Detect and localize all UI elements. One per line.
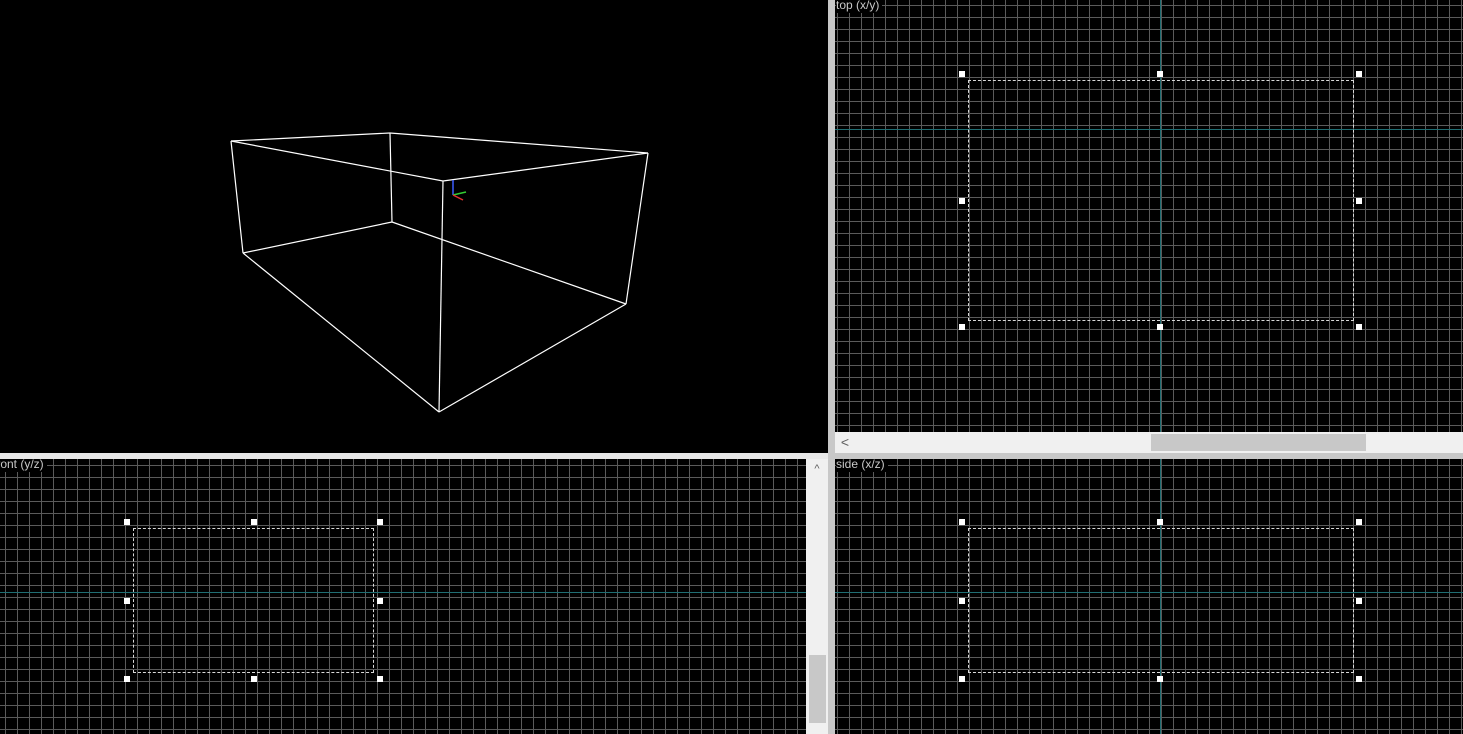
resize-handle[interactable] <box>377 519 383 525</box>
front-viewport[interactable]: front (y/z) <box>0 459 806 734</box>
resize-handle[interactable] <box>1157 519 1163 525</box>
resize-handle[interactable] <box>1356 198 1362 204</box>
top-viewport[interactable]: top (x/y) <box>835 0 1463 432</box>
resize-handle[interactable] <box>251 519 257 525</box>
resize-handle[interactable] <box>377 676 383 682</box>
resize-handle[interactable] <box>1356 71 1362 77</box>
resize-handle[interactable] <box>959 198 965 204</box>
resize-handle[interactable] <box>1356 676 1362 682</box>
resize-handle[interactable] <box>959 71 965 77</box>
resize-handle[interactable] <box>1356 519 1362 525</box>
resize-handle[interactable] <box>959 324 965 330</box>
resize-handle[interactable] <box>251 676 257 682</box>
resize-handle[interactable] <box>1157 324 1163 330</box>
scroll-up-arrow-icon[interactable]: ^ <box>809 461 825 477</box>
selection-box[interactable] <box>133 528 374 673</box>
viewport-label: top (x/y) <box>836 0 883 13</box>
front-axis-horizontal <box>0 592 806 593</box>
scrollbar-thumb[interactable] <box>1151 434 1366 451</box>
resize-handle[interactable] <box>959 598 965 604</box>
resize-handle[interactable] <box>124 519 130 525</box>
axis-gizmo-icon <box>452 180 467 201</box>
resize-handle[interactable] <box>1157 71 1163 77</box>
resize-handle[interactable] <box>959 519 965 525</box>
selection-box[interactable] <box>968 80 1354 321</box>
scroll-left-arrow-icon[interactable]: < <box>837 434 853 450</box>
resize-handle[interactable] <box>959 676 965 682</box>
selection-box[interactable] <box>968 528 1354 673</box>
resize-handle[interactable] <box>1356 324 1362 330</box>
resize-handle[interactable] <box>124 598 130 604</box>
wireframe-box <box>230 132 649 413</box>
scrollbar-thumb[interactable] <box>809 655 826 723</box>
resize-handle[interactable] <box>124 676 130 682</box>
resize-handle[interactable] <box>1157 676 1163 682</box>
resize-handle[interactable] <box>377 598 383 604</box>
top-horizontal-scrollbar[interactable]: < <box>835 432 1463 453</box>
viewport-label: front (y/z) <box>0 459 47 472</box>
perspective-viewport[interactable] <box>0 0 828 453</box>
viewport-label: side (x/z) <box>836 459 888 472</box>
front-vertical-scrollbar[interactable]: ^ <box>806 459 828 734</box>
resize-handle[interactable] <box>1356 598 1362 604</box>
side-viewport[interactable]: side (x/z) <box>835 459 1463 734</box>
